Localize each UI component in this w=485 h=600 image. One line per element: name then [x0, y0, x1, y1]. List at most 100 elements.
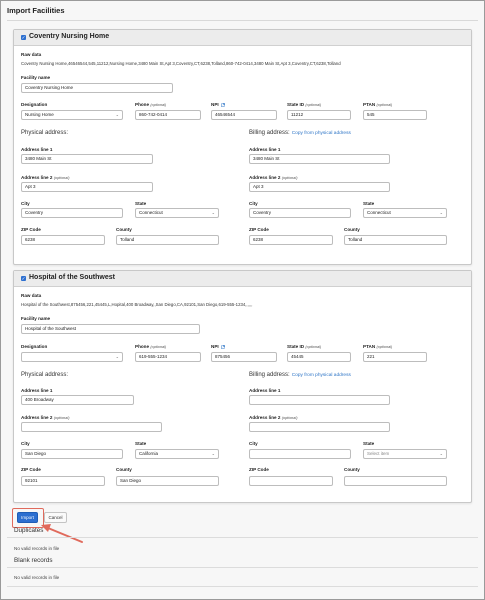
billing-county-label: County	[344, 467, 360, 472]
chevron-down-icon: ⌄	[211, 210, 215, 215]
billing-zip-label: ZIP Code	[249, 467, 269, 472]
ptan-label: PTAN (optional)	[363, 102, 393, 107]
blank-records-divider	[7, 567, 478, 568]
billing-line1-label: Address line 1	[249, 147, 281, 152]
physical-line2-label: Address line 2 (optional)	[21, 175, 70, 180]
designation-label: Designation	[21, 344, 48, 349]
facility-name-input[interactable]: Coventry Nursing Home	[21, 83, 173, 93]
chevron-down-icon: ⌄	[115, 112, 119, 117]
designation-select[interactable]: ⌄	[21, 352, 123, 362]
billing-line2-label: Address line 2 (optional)	[249, 175, 298, 180]
billing-line1-input[interactable]: 3480 Main St	[249, 154, 390, 164]
billing-line1-input[interactable]	[249, 395, 390, 405]
phone-label: Phone (optional)	[135, 102, 167, 107]
physical-state-value: Connecticut	[139, 210, 163, 215]
state-id-input[interactable]: 11212	[287, 110, 351, 120]
billing-city-label: City	[249, 201, 258, 206]
physical-line2-input[interactable]	[21, 422, 162, 432]
billing-state-value: Connecticut	[367, 210, 391, 215]
npi-input[interactable]: 875456	[211, 352, 277, 362]
physical-county-input[interactable]: San Diego	[116, 476, 219, 486]
billing-county-input[interactable]: Tolland	[344, 235, 447, 245]
physical-city-label: City	[21, 441, 30, 446]
duplicates-message: No valid records in file	[14, 546, 60, 551]
physical-county-label: County	[116, 227, 132, 232]
billing-state-select[interactable]: Select item ⌄	[363, 449, 447, 459]
ptan-input[interactable]: 545	[363, 110, 427, 120]
billing-line2-input[interactable]	[249, 422, 390, 432]
billing-state-label: State	[363, 441, 375, 446]
physical-zip-label: ZIP Code	[21, 467, 41, 472]
facility-select-checkbox[interactable]: ✓	[21, 35, 26, 40]
annotation-arrow-icon	[41, 524, 83, 543]
physical-line1-label: Address line 1	[21, 388, 53, 393]
billing-address-heading: Billing address: Copy from physical addre…	[249, 372, 351, 378]
physical-line1-label: Address line 1	[21, 147, 53, 152]
billing-zip-label: ZIP Code	[249, 227, 269, 232]
title-divider	[7, 20, 478, 21]
physical-city-input[interactable]: Coventry	[21, 208, 123, 218]
billing-county-label: County	[344, 227, 360, 232]
physical-zip-label: ZIP Code	[21, 227, 41, 232]
billing-zip-input[interactable]	[249, 476, 333, 486]
state-id-input[interactable]: 45445	[287, 352, 351, 362]
physical-state-select[interactable]: Connecticut ⌄	[135, 208, 219, 218]
copy-from-physical-link[interactable]: Copy from physical address	[292, 131, 351, 136]
billing-city-label: City	[249, 441, 258, 446]
raw-data-label: Raw data	[21, 52, 42, 57]
npi-label: NPI	[211, 344, 225, 349]
chevron-down-icon: ⌄	[115, 354, 119, 359]
raw-data-label: Raw data	[21, 293, 42, 298]
physical-line1-input[interactable]: 400 Broadway	[21, 395, 134, 405]
billing-state-label: State	[363, 201, 375, 206]
physical-line2-input[interactable]: Apt 3	[21, 182, 153, 192]
npi-input[interactable]: 46546544	[211, 110, 277, 120]
billing-zip-input[interactable]: 6238	[249, 235, 333, 245]
page-title: Import Facilities	[7, 6, 65, 15]
billing-state-value: Select item	[367, 451, 390, 456]
designation-value: Nursing Home	[25, 112, 54, 117]
physical-line2-label: Address line 2 (optional)	[21, 415, 70, 420]
billing-city-input[interactable]: Coventry	[249, 208, 351, 218]
external-link-icon[interactable]	[221, 102, 225, 107]
ptan-input[interactable]: 221	[363, 352, 427, 362]
state-id-label: State ID (optional)	[287, 344, 322, 349]
physical-county-input[interactable]: Tolland	[116, 235, 219, 245]
billing-line2-input[interactable]: Apt 3	[249, 182, 390, 192]
chevron-down-icon: ⌄	[439, 451, 443, 456]
facility-name-label: Facility name	[21, 75, 51, 80]
external-link-icon[interactable]	[221, 344, 225, 349]
physical-state-select[interactable]: California ⌄	[135, 449, 219, 459]
copy-from-physical-link[interactable]: Copy from physical address	[292, 373, 351, 378]
billing-state-select[interactable]: Connecticut ⌄	[363, 208, 447, 218]
physical-city-label: City	[21, 201, 30, 206]
blank-records-message: No valid records in file	[14, 575, 60, 580]
billing-city-input[interactable]	[249, 449, 351, 459]
billing-line1-label: Address line 1	[249, 388, 281, 393]
billing-line2-label: Address line 2 (optional)	[249, 415, 298, 420]
facility-card-title: Coventry Nursing Home	[29, 33, 110, 40]
physical-state-label: State	[135, 201, 147, 206]
facility-select-checkbox[interactable]: ✓	[21, 276, 26, 281]
physical-state-value: California	[139, 451, 159, 456]
npi-label: NPI	[211, 102, 225, 107]
physical-address-heading: Physical address:	[21, 372, 69, 378]
physical-city-input[interactable]: San Diego	[21, 449, 123, 459]
physical-zip-input[interactable]: 92101	[21, 476, 105, 486]
phone-input[interactable]: 619-555-1234	[135, 352, 201, 362]
physical-line1-input[interactable]: 3480 Main St	[21, 154, 153, 164]
designation-select[interactable]: Nursing Home ⌄	[21, 110, 123, 120]
physical-zip-input[interactable]: 6238	[21, 235, 105, 245]
duplicates-heading: Duplicates	[14, 527, 44, 534]
facility-card-title: Hospital of the Southwest	[29, 274, 115, 281]
physical-state-label: State	[135, 441, 147, 446]
facility-card-southwest: ✓ Hospital of the Southwest Raw data Hos…	[13, 270, 472, 503]
billing-county-input[interactable]	[344, 476, 447, 486]
blank-records-heading: Blank records	[14, 557, 53, 564]
facility-name-label: Facility name	[21, 316, 51, 321]
bottom-divider	[7, 586, 478, 587]
phone-input[interactable]: 860-742-0414	[135, 110, 201, 120]
phone-label: Phone (optional)	[135, 344, 167, 349]
import-button[interactable]: Import	[17, 512, 38, 523]
facility-name-input[interactable]: Hospital of the Southwest	[21, 324, 200, 334]
